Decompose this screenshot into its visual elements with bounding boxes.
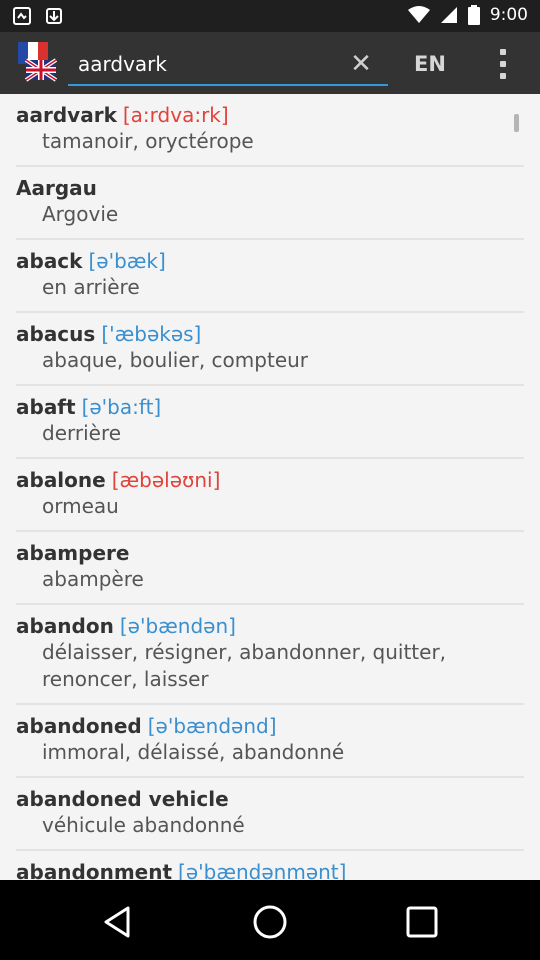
entry-translation: ormeau [42,494,119,518]
entry-translation: abaque, boulier, compteur [42,348,309,372]
entry-headword-line: aback [ə'bæk] [16,248,524,274]
status-notifications [12,6,64,26]
entry-word: abandon [16,614,114,638]
entry-headword-line: abacus ['æbəkəs] [16,321,524,347]
app-notification-icon [13,7,31,25]
entry-pronunciation: [ə'bændənd] [147,714,277,738]
list-item[interactable]: abampere abampère [16,532,524,605]
entry-translation: immoral, délaissé, abandonné [42,740,345,764]
results-list[interactable]: aardvark [a:rdva:rk] tamanoir, oryctérope A… [0,94,540,880]
status-system: 9:00 [407,5,528,25]
entry-word: abandonment [16,860,173,880]
entry-word: abampere [16,541,130,565]
entry-pronunciation: [ə'bæk] [88,249,166,273]
list-item[interactable]: abandon [ə'bændən] délaisser, résigner, ab… [16,605,524,705]
entry-translation: tamanoir, oryctérope [42,129,254,153]
entry-headword-line: abandoned [ə'bændənd] [16,713,524,739]
entry-translation: délaisser, résigner, abandonner, quitter… [42,640,447,691]
entry-word: aback [16,249,83,273]
list-item[interactable]: aardvark [a:rdva:rk] tamanoir, oryctérope [16,94,524,167]
entry-translation: Argovie [42,202,119,226]
search-field[interactable]: aardvark [68,42,388,86]
navigation-bar [0,880,540,960]
overflow-menu-button[interactable] [484,44,522,84]
entry-headword-line: aardvark [a:rdva:rk] [16,102,524,128]
entry-translation: abampère [42,567,144,591]
list-item[interactable]: Aargau Argovie [16,167,524,240]
back-button[interactable] [96,900,140,944]
list-item[interactable]: abalone [æbələʊni] ormeau [16,459,524,532]
home-button[interactable] [248,900,292,944]
entry-headword-line: abampere [16,540,524,566]
download-notification-icon [46,8,62,24]
entry-word: abaft [16,395,76,419]
entry-word: abandoned [16,714,142,738]
clear-search-button[interactable]: ✕ [343,46,379,82]
entry-pronunciation: [æbələʊni] [111,468,221,492]
battery-icon [467,5,480,25]
list-item[interactable]: abaft [ə'ba:ft] derrière [16,386,524,459]
entry-headword-line: abandon [ə'bændən] [16,613,524,639]
app-bar: aardvark ✕ EN [0,32,540,94]
french-english-flag-icon[interactable] [16,42,58,84]
entry-pronunciation: [ə'ba:ft] [81,395,162,419]
list-item[interactable]: abandoned [ə'bændənd] immoral, délaissé, a… [16,705,524,778]
list-item[interactable]: abandonment[ə'bændənmənt]abandonnement, … [16,851,524,880]
language-button[interactable]: EN [402,46,458,82]
recents-button[interactable] [400,900,444,944]
cellular-signal-icon [440,7,457,23]
close-icon: ✕ [350,49,372,79]
entry-pronunciation: [ə'bændən] [119,614,236,638]
entry-word: aardvark [16,103,117,127]
entry-translation: en arrière [42,275,140,299]
list-item[interactable]: aback [ə'bæk] en arrière [16,240,524,313]
entry-headword-line: abandonment [ə'bændənmənt] [16,859,524,880]
entry-headword-line: abaft [ə'ba:ft] [16,394,524,420]
status-time: 9:00 [489,5,528,25]
recents-icon [406,906,438,938]
entry-headword-line: abandoned vehicle [16,786,524,812]
entry-headword-line: Aargau [16,175,524,201]
entry-translation: véhicule abandonné [42,813,245,837]
back-icon [104,906,130,938]
entry-pronunciation: ['æbəkəs] [101,322,202,346]
wifi-icon [407,6,430,23]
entry-translation: derrière [42,421,122,445]
search-input[interactable]: aardvark [78,52,167,76]
entries-container: aardvark [a:rdva:rk] tamanoir, oryctérope A… [0,94,540,880]
entry-word: Aargau [16,176,97,200]
entry-pronunciation: [ə'bændənmənt] [178,860,347,880]
entry-headword-line: abalone [æbələʊni] [16,467,524,493]
entry-word: abalone [16,468,106,492]
list-item[interactable]: abacus ['æbəkəs] abaque, boulier, compteur [16,313,524,386]
entry-pronunciation: [a:rdva:rk] [122,103,229,127]
home-icon [253,905,287,939]
status-bar: 9:00 [0,0,540,32]
entry-word: abandoned vehicle [16,787,229,811]
entry-word: abacus [16,322,96,346]
list-item[interactable]: abandoned vehicle véhicule abandonné [16,778,524,851]
